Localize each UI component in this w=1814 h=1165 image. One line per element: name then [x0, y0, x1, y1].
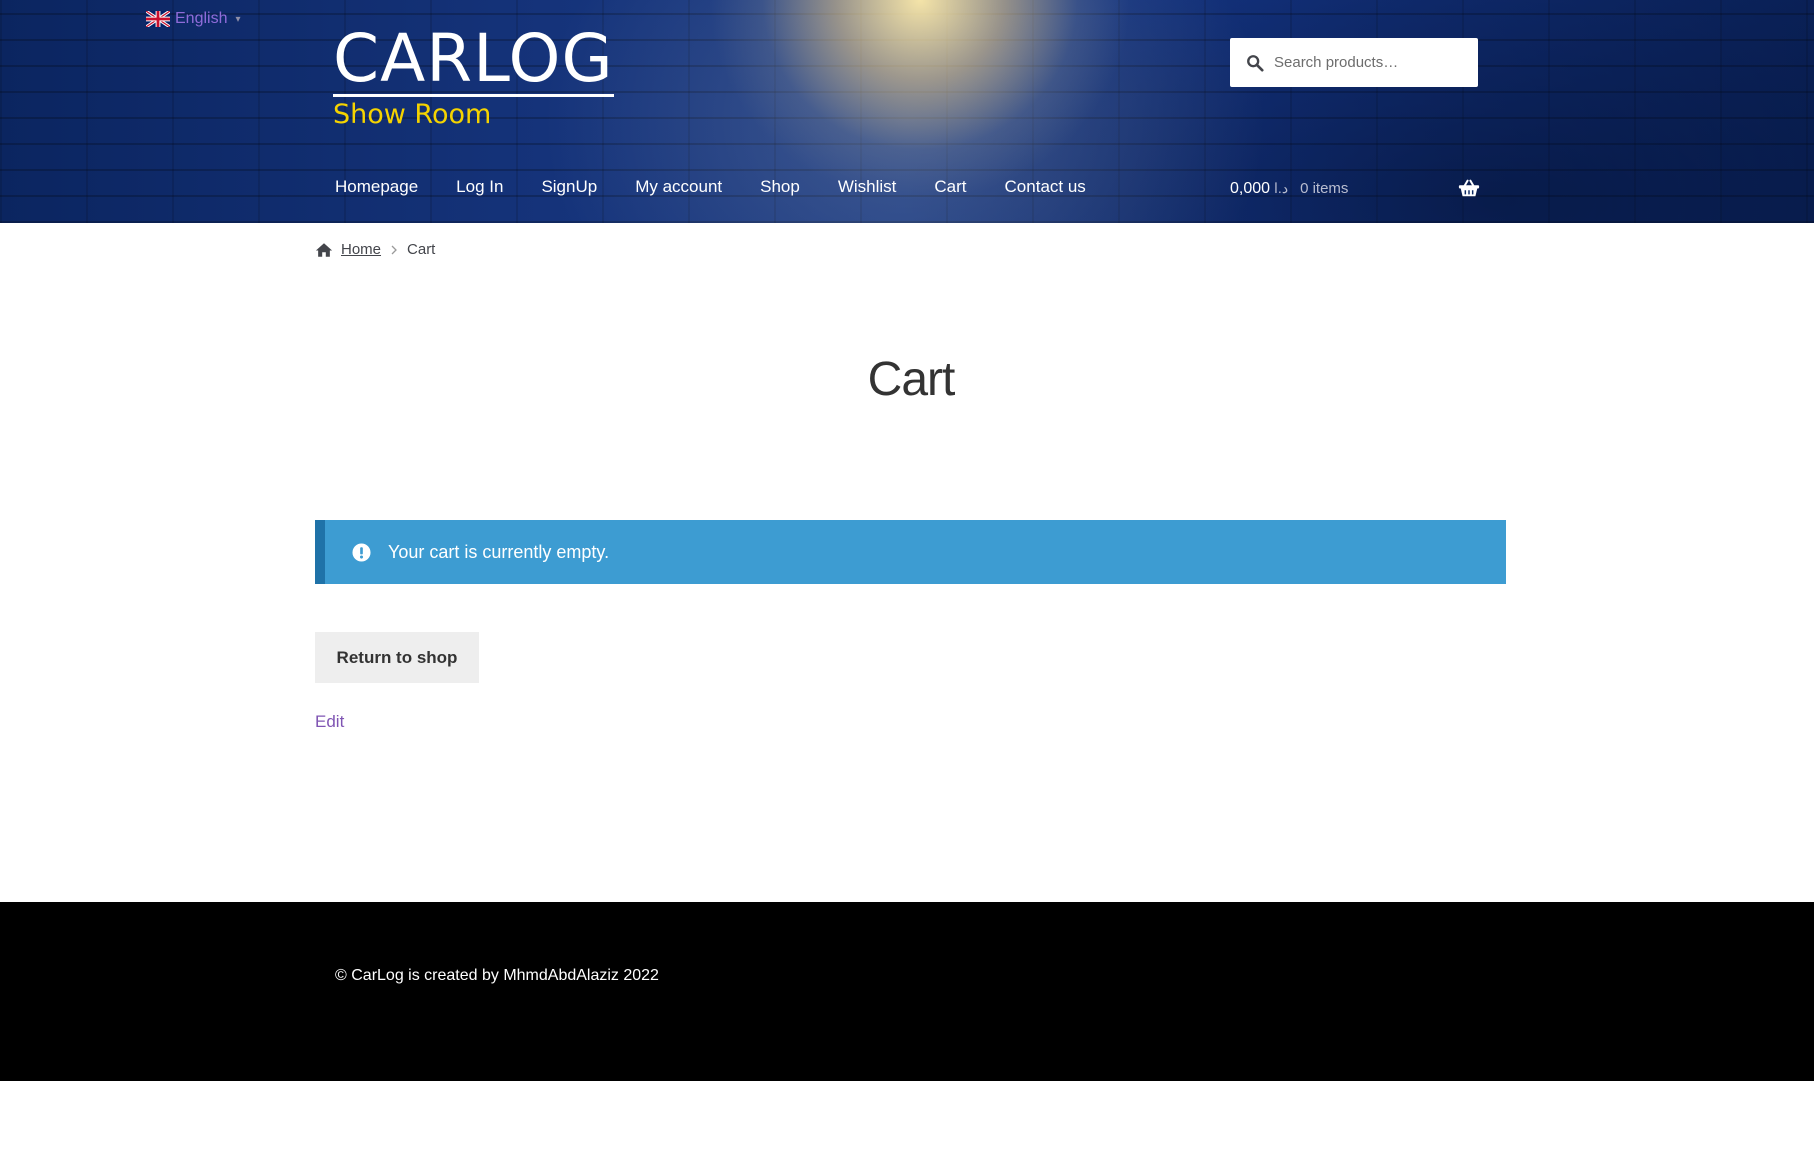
- site-footer: © CarLog is created by MhmdAbdAlaziz 202…: [0, 902, 1814, 1081]
- uk-flag-icon: [146, 11, 170, 27]
- site-title: CARLOG: [333, 20, 614, 97]
- cart-total-amount: 0,000: [1230, 180, 1271, 197]
- nav-item-homepage[interactable]: Homepage: [335, 177, 418, 197]
- nav-item-log-in[interactable]: Log In: [456, 177, 503, 197]
- site-subtitle: Show Room: [333, 99, 492, 130]
- chevron-right-icon: [391, 245, 397, 254]
- breadcrumb: Home Cart: [315, 241, 435, 258]
- nav-item-contact-us[interactable]: Contact us: [1005, 177, 1086, 197]
- search-icon[interactable]: [1246, 54, 1264, 72]
- cart-item-count: 0 items: [1300, 180, 1349, 197]
- home-icon: [315, 242, 333, 257]
- language-label: English: [175, 10, 228, 27]
- nav-item-signup[interactable]: SignUp: [541, 177, 597, 197]
- breadcrumb-current: Cart: [407, 241, 436, 258]
- info-icon: [352, 542, 371, 562]
- footer-copyright: © CarLog is created by MhmdAbdAlaziz 202…: [335, 967, 659, 984]
- nav-item-my-account[interactable]: My account: [635, 177, 722, 197]
- primary-navigation: Homepage Log In SignUp My account Shop W…: [335, 177, 1086, 197]
- chevron-down-icon: ▾: [235, 13, 241, 25]
- nav-item-wishlist[interactable]: Wishlist: [838, 177, 897, 197]
- header-cart-summary[interactable]: 0,000 د.ا 0 items: [1230, 180, 1348, 198]
- edit-link[interactable]: Edit: [315, 712, 344, 732]
- page-title: Cart: [867, 353, 956, 406]
- language-switcher[interactable]: English ▾: [146, 10, 241, 28]
- breadcrumb-home-link[interactable]: Home: [341, 241, 381, 258]
- product-search: [1230, 38, 1478, 87]
- notice-text: Your cart is currently empty.: [388, 541, 610, 562]
- site-header: English ▾ CARLOG Show Room Homepage Log …: [0, 0, 1814, 223]
- nav-item-cart[interactable]: Cart: [934, 177, 966, 197]
- search-input[interactable]: [1272, 53, 1476, 72]
- cart-empty-notice: Your cart is currently empty.: [315, 520, 1506, 584]
- return-to-shop-button[interactable]: Return to shop: [315, 632, 479, 683]
- cart-currency: د.ا: [1274, 180, 1289, 196]
- basket-icon[interactable]: [1458, 178, 1480, 198]
- site-logo[interactable]: CARLOG Show Room: [333, 24, 614, 130]
- nav-item-shop[interactable]: Shop: [760, 177, 800, 197]
